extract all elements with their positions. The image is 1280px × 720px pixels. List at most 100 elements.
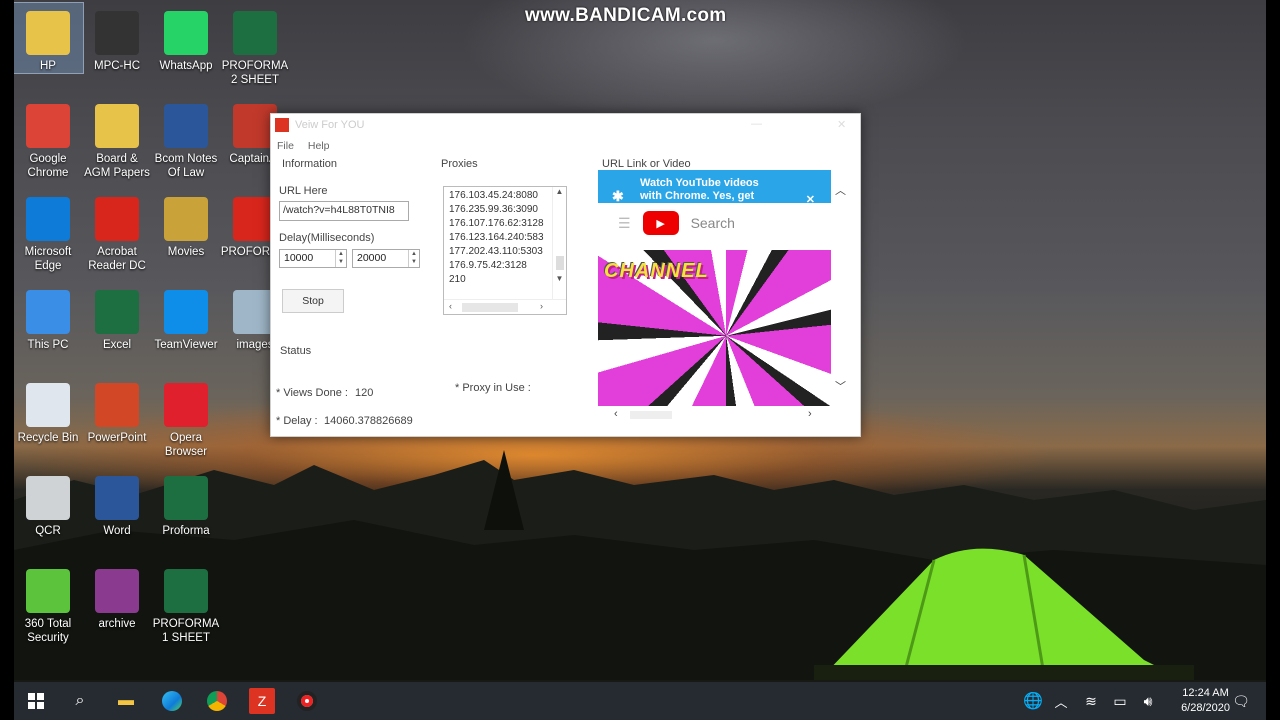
video-caption: CHANNEL — [604, 260, 709, 282]
desktop-icon[interactable]: Excel — [82, 282, 152, 352]
scroll-thumb[interactable] — [462, 303, 518, 312]
desktop-icon[interactable]: HP — [14, 2, 84, 74]
stepper-arrows-icon[interactable]: ▲ ▼ — [408, 250, 419, 267]
desktop-icon-label: Opera Browser — [164, 432, 208, 458]
delay-max-stepper[interactable]: 20000 ▲ ▼ — [352, 249, 420, 268]
wifi-icon[interactable]: ≋ — [1078, 688, 1104, 714]
scroll-thumb[interactable] — [555, 256, 564, 270]
opera-icon — [164, 383, 208, 427]
file-explorer-icon[interactable]: ▬ — [113, 688, 139, 714]
desktop-icon[interactable]: WhatsApp — [151, 3, 221, 73]
url-input[interactable]: /watch?v=h4L88T0TNI8 — [279, 201, 409, 221]
edge-icon[interactable] — [159, 688, 185, 714]
close-icon[interactable]: ✕ — [806, 194, 815, 203]
scroll-down-icon[interactable]: ﹀ — [835, 378, 846, 394]
proxies-list[interactable]: 176.103.45.24:8080 176.235.99.36:3090 17… — [443, 186, 567, 315]
powerpoint-icon — [95, 383, 139, 427]
desktop-icon[interactable]: Word — [82, 468, 152, 538]
stop-button[interactable]: Stop — [282, 289, 344, 313]
desktop-icon-label: This PC — [27, 339, 69, 351]
desktop-icon[interactable]: Board & AGM Papers — [82, 96, 152, 180]
desktop-icon[interactable]: Movies — [151, 189, 221, 259]
desktop-icon[interactable]: Proforma — [151, 468, 221, 538]
list-item[interactable]: 176.103.45.24:8080 — [444, 189, 544, 203]
network-globe-icon[interactable]: 🌐 — [1020, 688, 1046, 714]
youtube-logo-icon[interactable]: ▶ — [642, 211, 679, 235]
desktop-icon-label: 360 Total Security — [24, 618, 72, 644]
scroll-thumb[interactable] — [630, 411, 672, 419]
security-icon — [26, 569, 70, 613]
desktop-icon[interactable]: PowerPoint — [82, 375, 152, 445]
embedded-browser[interactable]: ✱ Watch YouTube videos with Chrome. Yes,… — [598, 170, 831, 408]
bandicam-record-icon[interactable] — [294, 688, 320, 714]
search-input[interactable]: Search — [691, 215, 735, 231]
scroll-left-icon[interactable]: ‹ — [614, 408, 618, 420]
desktop-icon[interactable]: MPC-HC — [82, 3, 152, 73]
minimize-icon[interactable]: — — [751, 118, 762, 130]
app-window[interactable]: Veiw For YOU — ✕ File Help Information U… — [270, 113, 861, 437]
status-label: Status — [280, 345, 312, 357]
app-taskbar-icon[interactable]: Z — [249, 688, 275, 714]
list-item[interactable]: 177.202.43.110:5303 — [444, 245, 544, 259]
folder-icon — [164, 197, 208, 241]
desktop-icon[interactable]: Microsoft Edge — [14, 189, 83, 273]
desktop-icon[interactable]: Acrobat Reader DC — [82, 189, 152, 273]
system-clock[interactable]: 12:24 AM 6/28/2020 — [1181, 686, 1230, 716]
chrome-icon[interactable] — [204, 688, 230, 714]
battery-icon[interactable]: ▭ — [1107, 688, 1133, 714]
desktop-icon[interactable]: TeamViewer — [151, 282, 221, 352]
title-bar[interactable]: Veiw For YOU — [271, 114, 860, 136]
scroll-left-icon[interactable]: ‹ — [449, 301, 452, 311]
chrome-promo-banner[interactable]: ✱ Watch YouTube videos with Chrome. Yes,… — [598, 170, 831, 203]
search-icon[interactable]: ⌕ — [67, 688, 93, 714]
desktop-icon-label: archive — [98, 618, 136, 630]
notifications-icon[interactable]: 🗨︎ — [1228, 688, 1254, 714]
scroll-up-icon[interactable]: ︿ — [835, 182, 846, 198]
desktop-icon-label: Google Chrome — [27, 153, 69, 179]
desktop-icon-label: QCR — [35, 525, 61, 537]
delay-min-stepper[interactable]: 10000 ▲ ▼ — [279, 249, 347, 268]
volume-icon[interactable]: 🔊︎ — [1135, 688, 1161, 714]
chevron-up-icon[interactable]: ︿ — [1048, 688, 1074, 714]
desktop-icon[interactable]: 360 Total Security — [14, 561, 83, 645]
menu-file[interactable]: File — [277, 140, 294, 152]
clock-date: 6/28/2020 — [1181, 702, 1230, 714]
winrar-icon — [95, 569, 139, 613]
list-item[interactable]: 176.235.99.36:3090 — [444, 203, 544, 217]
delay-status-value: 14060.378826689 — [324, 415, 413, 427]
desktop-icon[interactable]: Opera Browser — [151, 375, 221, 459]
whatsapp-icon — [164, 11, 208, 55]
horizontal-scrollbar[interactable]: ‹ › — [444, 299, 566, 314]
list-item[interactable]: 210 — [444, 273, 544, 287]
desktop-icon[interactable]: PROFORMA 1 SHEET — [151, 561, 221, 645]
windows-start-icon[interactable] — [23, 688, 49, 714]
vertical-scrollbar[interactable]: ▲ ▼ — [552, 187, 566, 300]
recycle-bin-icon — [26, 383, 70, 427]
desktop-icon[interactable]: archive — [82, 561, 152, 631]
list-item[interactable]: 176.107.176.62:3128 — [444, 217, 544, 231]
clock-time: 12:24 AM — [1182, 687, 1229, 699]
desktop-icon[interactable]: Google Chrome — [14, 96, 83, 180]
menu-help[interactable]: Help — [308, 140, 330, 152]
list-item[interactable]: 176.123.164.240:5836 — [444, 231, 544, 245]
delay-max-value: 20000 — [357, 252, 387, 264]
desktop-icon[interactable]: Recycle Bin — [14, 375, 83, 445]
desktop-icon-label: Microsoft Edge — [24, 246, 72, 272]
scroll-down-icon[interactable]: ▼ — [553, 274, 566, 283]
scroll-right-icon[interactable]: › — [540, 301, 543, 311]
menu-icon[interactable]: ☰ — [618, 215, 631, 232]
desktop-icon[interactable]: QCR — [14, 468, 83, 538]
scroll-right-icon[interactable]: › — [808, 408, 812, 420]
scroll-up-icon[interactable]: ▲ — [553, 187, 566, 196]
list-item[interactable]: 176.9.75.42:3128 — [444, 259, 544, 273]
desktop-icon[interactable]: Bcom Notes Of Law — [151, 96, 221, 180]
desktop-icon[interactable]: PROFORMA 2 SHEET — [220, 3, 290, 87]
desktop-icon[interactable]: This PC — [14, 282, 83, 352]
desktop-icon-label: PROFORMA 1 SHEET — [152, 618, 220, 644]
browser-horizontal-scrollbar[interactable]: ‹ › — [598, 408, 831, 422]
desktop-icon-label: Board & AGM Papers — [84, 153, 150, 179]
video-thumbnail[interactable]: CHANNEL — [598, 250, 831, 406]
stepper-arrows-icon[interactable]: ▲ ▼ — [335, 250, 346, 267]
folder-user-icon — [26, 11, 70, 55]
close-icon[interactable]: ✕ — [837, 118, 846, 131]
